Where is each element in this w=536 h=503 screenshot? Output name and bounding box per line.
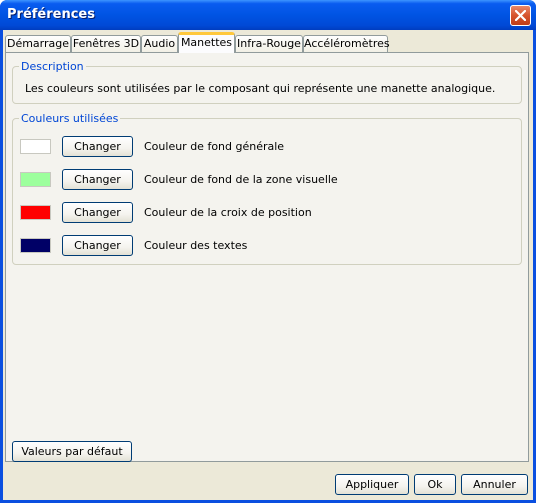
button-label: Changer [74, 140, 121, 153]
close-icon [515, 10, 526, 21]
close-button[interactable] [510, 5, 531, 26]
description-group: Description Les couleurs sont utilisées … [12, 60, 522, 104]
button-label: Annuler [473, 478, 516, 491]
tab-audio[interactable]: Audio [141, 35, 178, 53]
tab-demarrage[interactable]: Démarrage [5, 35, 71, 53]
colors-group-title: Couleurs utilisées [19, 112, 121, 125]
tab-fenetres-3d[interactable]: Fenêtres 3D [71, 35, 141, 53]
title-bar[interactable]: Préférences [0, 0, 536, 30]
color-label: Couleur des textes [144, 239, 248, 252]
tab-accelerometres[interactable]: Accéléromètres [303, 35, 390, 53]
tab-infra-rouge[interactable]: Infra-Rouge [235, 35, 303, 53]
description-title: Description [19, 60, 86, 73]
tab-label: Fenêtres 3D [72, 37, 140, 50]
tab-label: Accéléromètres [304, 37, 390, 50]
change-color-button[interactable]: Changer [62, 136, 133, 157]
window-title: Préférences [7, 7, 95, 22]
ok-button[interactable]: Ok [414, 474, 456, 495]
color-label: Couleur de la croix de position [144, 206, 312, 219]
button-label: Valeurs par défaut [21, 445, 123, 458]
change-color-button[interactable]: Changer [62, 169, 133, 190]
tab-panel-manettes: Description Les couleurs sont utilisées … [5, 52, 529, 462]
colors-group: Couleurs utilisées Changer Couleur de fo… [12, 112, 522, 265]
button-label: Appliquer [345, 478, 399, 491]
color-swatch [20, 238, 51, 253]
tab-label: Audio [143, 37, 176, 50]
color-label: Couleur de fond de la zone visuelle [144, 173, 338, 186]
change-color-button[interactable]: Changer [62, 202, 133, 223]
dialog-client: Démarrage Fenêtres 3D Audio Manettes Inf… [3, 30, 533, 500]
preferences-window: Préférences Démarrage Fenêtres 3D Audio … [0, 0, 536, 503]
color-label: Couleur de fond générale [144, 140, 285, 153]
color-swatch [20, 139, 51, 154]
tab-label: Démarrage [6, 37, 70, 50]
tab-manettes[interactable]: Manettes [178, 32, 235, 53]
defaults-button[interactable]: Valeurs par défaut [12, 441, 132, 462]
color-swatch [20, 205, 51, 220]
tab-label: Infra-Rouge [237, 37, 301, 50]
cancel-button[interactable]: Annuler [461, 474, 528, 495]
button-label: Changer [74, 173, 121, 186]
button-label: Ok [427, 478, 443, 491]
color-swatch [20, 172, 51, 187]
button-label: Changer [74, 239, 121, 252]
apply-button[interactable]: Appliquer [335, 474, 409, 495]
description-text: Les couleurs sont utilisées par le compo… [25, 82, 496, 95]
change-color-button[interactable]: Changer [62, 235, 133, 256]
button-label: Changer [74, 206, 121, 219]
tab-label: Manettes [180, 36, 233, 49]
